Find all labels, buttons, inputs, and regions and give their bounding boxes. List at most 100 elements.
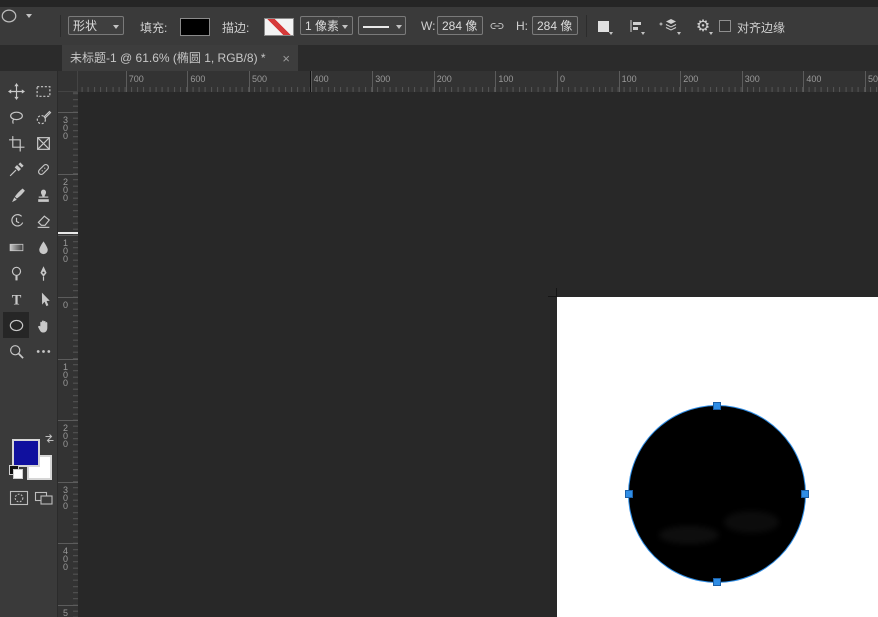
horizontal-ruler[interactable]: 700 600 500 400 300 200 100 0 100 200 300 400 500 bbox=[78, 71, 878, 92]
ruler-label: 2 0 0 bbox=[63, 176, 69, 203]
canvas-pasteboard[interactable] bbox=[78, 92, 878, 617]
tool-clone-stamp[interactable] bbox=[30, 182, 56, 208]
separator bbox=[60, 15, 61, 37]
chevron-down-icon bbox=[26, 14, 32, 18]
ellipse-shape[interactable] bbox=[629, 406, 805, 582]
window-top-edge bbox=[0, 0, 878, 7]
ruler-major-tick bbox=[557, 71, 558, 92]
path-operations-button[interactable] bbox=[591, 15, 615, 37]
width-value: 284 像 bbox=[442, 19, 478, 33]
tool-marquee[interactable] bbox=[30, 78, 56, 104]
ruler-major-tick bbox=[680, 71, 682, 92]
tool-healing[interactable] bbox=[30, 156, 56, 182]
ruler-label: 400 bbox=[806, 74, 822, 84]
ruler-label: 5 0 0 bbox=[63, 608, 69, 617]
document-tab[interactable]: 未标题-1 @ 61.6% (椭圆 1, RGB/8) * × bbox=[62, 45, 298, 71]
ruler-label: 200 bbox=[436, 74, 452, 84]
width-label: W: bbox=[421, 19, 436, 33]
document-tab-strip: 未标题-1 @ 61.6% (椭圆 1, RGB/8) * × bbox=[0, 45, 878, 71]
transform-handle-left[interactable] bbox=[625, 490, 633, 498]
ruler-label: 3 0 0 bbox=[63, 484, 69, 511]
transform-handle-right[interactable] bbox=[801, 490, 809, 498]
artboard-corner-mark bbox=[556, 288, 557, 297]
ruler-major-tick bbox=[865, 71, 866, 92]
ruler-major-tick bbox=[58, 481, 78, 483]
tool-crop[interactable] bbox=[3, 130, 29, 156]
ruler-major-tick bbox=[372, 71, 374, 92]
tool-preset-button[interactable] bbox=[0, 7, 46, 25]
path-arrangement-button[interactable] bbox=[655, 15, 683, 37]
tool-eraser[interactable] bbox=[30, 208, 56, 234]
solid-line-icon bbox=[363, 26, 389, 28]
ruler-label: 0 bbox=[560, 74, 566, 84]
ruler-label: 500 bbox=[868, 74, 878, 84]
chevron-down-icon bbox=[677, 32, 681, 35]
close-tab-icon[interactable]: × bbox=[282, 52, 290, 65]
fill-label: 填充: bbox=[140, 21, 168, 35]
ruler-major-tick bbox=[618, 71, 620, 92]
ruler-label: 0 bbox=[63, 300, 69, 310]
options-bar: 形状 填充: 描边: 1 像素 W: 284 像 H: 284 像 ⚙ 对齐边缘 bbox=[0, 7, 878, 46]
ruler-label: 100 bbox=[498, 74, 514, 84]
tool-frame[interactable] bbox=[30, 130, 56, 156]
stroke-width-value: 1 像素 bbox=[305, 19, 340, 33]
ruler-major-tick bbox=[58, 297, 78, 298]
foreground-color-swatch[interactable] bbox=[12, 439, 40, 467]
link-dimensions-icon[interactable] bbox=[488, 18, 506, 34]
tool-move[interactable] bbox=[3, 78, 29, 104]
ruler-major-tick bbox=[58, 173, 78, 175]
stroke-swatch[interactable] bbox=[264, 18, 294, 36]
vertical-ruler[interactable]: 3 0 0 2 0 0 1 0 0 0 1 0 0 2 0 0 3 0 0 4 0 0 5 0 … bbox=[58, 92, 78, 617]
align-edges-label: 对齐边缘 bbox=[737, 21, 786, 35]
ruler-major-tick bbox=[125, 71, 127, 92]
tool-type[interactable]: T bbox=[3, 286, 29, 312]
tool-quick-select[interactable] bbox=[30, 104, 56, 130]
transform-handle-top[interactable] bbox=[713, 402, 721, 410]
tool-dodge[interactable] bbox=[3, 260, 29, 286]
stroke-label: 描边: bbox=[222, 21, 250, 35]
tool-mode-select[interactable]: 形状 bbox=[68, 16, 124, 35]
separator bbox=[586, 15, 587, 37]
align-edges-checkbox[interactable] bbox=[719, 20, 731, 32]
ruler-label: 2 0 0 bbox=[63, 423, 69, 450]
ellipse-tool-icon bbox=[0, 7, 18, 25]
ruler-major-tick bbox=[433, 71, 435, 92]
width-input[interactable]: 284 像 bbox=[437, 16, 483, 35]
path-alignment-button[interactable] bbox=[623, 15, 647, 37]
chevron-down-icon bbox=[641, 32, 645, 35]
height-value: 284 像 bbox=[537, 19, 573, 33]
ruler-label: 1 0 0 bbox=[63, 238, 69, 265]
tool-gradient[interactable] bbox=[3, 234, 29, 260]
height-input[interactable]: 284 像 bbox=[532, 16, 578, 35]
tool-ellipse[interactable] bbox=[3, 312, 29, 338]
quick-mask-icon[interactable] bbox=[8, 489, 30, 507]
ruler-label: 400 bbox=[313, 74, 329, 84]
ruler-major-tick bbox=[249, 71, 250, 92]
tool-hand[interactable] bbox=[30, 312, 56, 338]
ruler-label: 3 0 0 bbox=[63, 115, 69, 142]
stroke-type-select[interactable] bbox=[358, 16, 406, 35]
default-colors-icon[interactable] bbox=[9, 465, 23, 479]
swap-colors-icon[interactable] bbox=[42, 431, 56, 445]
tool-more[interactable] bbox=[30, 338, 56, 364]
tool-path-select[interactable] bbox=[30, 286, 56, 312]
tool-blur[interactable] bbox=[30, 234, 56, 260]
ruler-label: 300 bbox=[744, 74, 760, 84]
tool-pen[interactable] bbox=[30, 260, 56, 286]
ruler-major-tick bbox=[58, 420, 78, 422]
transform-handle-bottom[interactable] bbox=[713, 578, 721, 586]
ruler-origin-corner[interactable] bbox=[58, 71, 78, 92]
ruler-major-tick bbox=[495, 71, 497, 92]
ruler-major-tick bbox=[741, 71, 743, 92]
tool-lasso[interactable] bbox=[3, 104, 29, 130]
tool-eyedropper[interactable] bbox=[3, 156, 29, 182]
ruler-label: 600 bbox=[190, 74, 206, 84]
fill-swatch[interactable] bbox=[180, 18, 210, 36]
stroke-width-dropdown[interactable] bbox=[338, 16, 353, 35]
screen-mode-icon[interactable] bbox=[32, 489, 56, 507]
chevron-down-icon bbox=[342, 24, 348, 29]
extra-options-button[interactable]: ⚙ bbox=[691, 15, 715, 37]
tool-zoom[interactable] bbox=[3, 338, 29, 364]
tool-brush[interactable] bbox=[3, 182, 29, 208]
tool-history-brush[interactable] bbox=[3, 208, 29, 234]
